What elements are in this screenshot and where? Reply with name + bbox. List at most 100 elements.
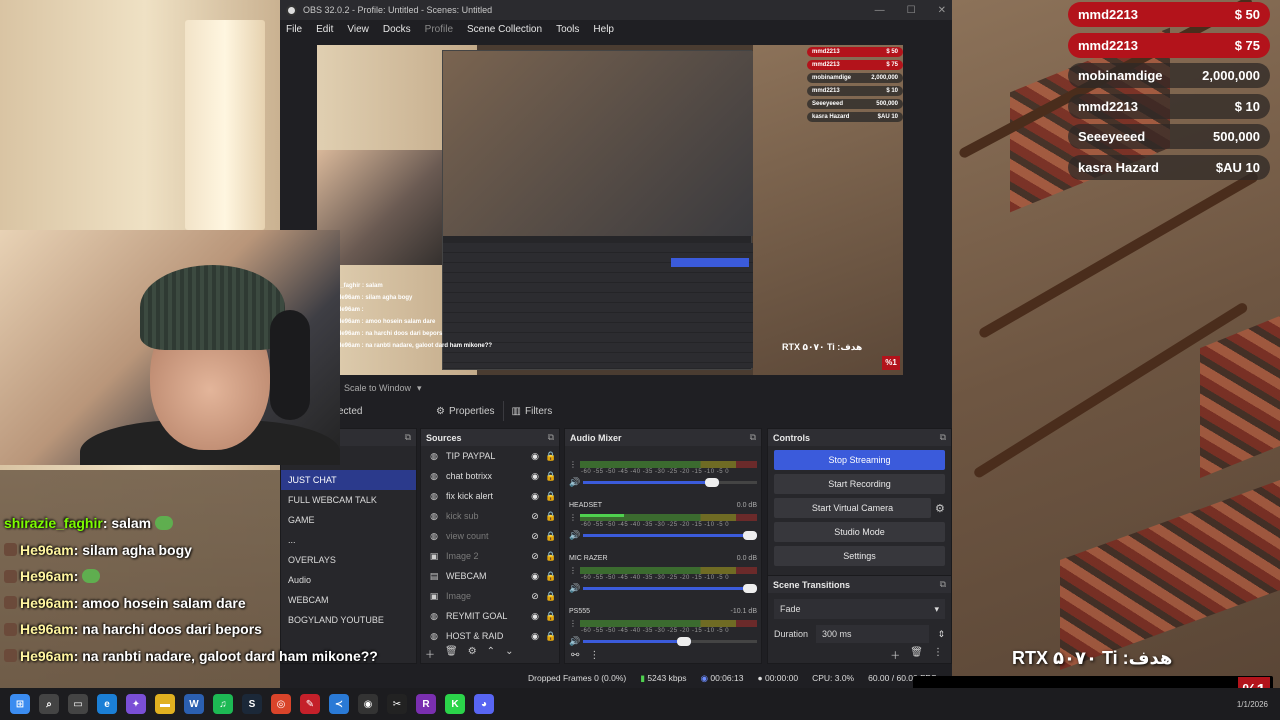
undock-icon[interactable]: ⧉ [548, 432, 554, 443]
volume-knob[interactable] [743, 584, 757, 593]
add-transition-icon[interactable]: ＋ [890, 647, 900, 662]
volume-knob[interactable] [676, 637, 691, 646]
scale-to-window-select[interactable]: Scale to Window [344, 383, 411, 393]
lock-icon[interactable]: 🔒 [543, 491, 559, 502]
maximize-icon[interactable]: ☐ [907, 5, 916, 16]
speaker-icon[interactable]: 🔊 [569, 530, 580, 541]
move-down-icon[interactable]: ⌄ [505, 646, 513, 661]
menu-docks[interactable]: Docks [383, 24, 411, 35]
record-icon: ● [757, 673, 763, 683]
stop-streaming-button[interactable]: Stop Streaming [774, 450, 945, 470]
edge-icon[interactable]: e [97, 694, 117, 714]
volume-slider[interactable] [583, 531, 757, 540]
duration-stepper-icon[interactable]: ⇕ [937, 629, 945, 640]
source-settings-icon[interactable]: ⚙ [468, 646, 477, 661]
channel-menu-icon[interactable]: ⋮ [569, 619, 577, 628]
menu-help[interactable]: Help [593, 24, 614, 35]
chrome-icon[interactable]: ◎ [271, 694, 291, 714]
search-icon[interactable]: ⌕ [39, 694, 59, 714]
mixer-link-icon[interactable]: ⚯ [571, 650, 579, 661]
program-preview[interactable]: mmd2213 $ 50 mmd2213 $ 75 mobinamdige 2,000,0… [317, 45, 903, 375]
chevron-down-icon[interactable]: ▾ [417, 383, 422, 394]
task-view-icon[interactable]: ▭ [68, 694, 88, 714]
filters-button[interactable]: ▥ Filters [502, 401, 561, 421]
duration-input[interactable]: 300 ms [816, 625, 930, 643]
transition-select[interactable]: Fade ▾ [774, 599, 945, 619]
menu-profile[interactable]: Profile [425, 24, 453, 35]
scene-item[interactable]: FULL WEBCAM TALK [281, 490, 416, 510]
capcut-icon[interactable]: ✂ [387, 694, 407, 714]
channel-menu-icon[interactable]: ⋮ [569, 566, 577, 575]
vscode-icon[interactable]: ≺ [329, 694, 349, 714]
eye-off-icon[interactable]: ⊘ [527, 591, 543, 602]
volume-slider[interactable] [583, 478, 757, 487]
scene-item[interactable]: JUST CHAT [281, 470, 416, 490]
trash-icon[interactable]: 🗑 [445, 646, 458, 661]
eye-icon[interactable]: ◉ [527, 451, 543, 462]
source-item[interactable]: ◍ TIP PAYPAL ◉ 🔒 [421, 446, 559, 466]
lock-icon[interactable]: 🔒 [543, 531, 559, 542]
lock-icon[interactable]: 🔒 [543, 611, 559, 622]
start-virtual-camera-button[interactable]: Start Virtual Camera [774, 498, 931, 518]
settings-button[interactable]: Settings [774, 546, 945, 566]
obs-icon[interactable]: ◉ [358, 694, 378, 714]
lock-icon[interactable]: 🔒 [543, 571, 559, 582]
donations-overlay: mmd2213 $ 50 mmd2213 $ 75 mobinamdige 2,000,0… [1068, 2, 1270, 185]
volume-knob[interactable] [704, 478, 719, 487]
menu-view[interactable]: View [347, 24, 369, 35]
lock-icon[interactable]: 🔒 [543, 511, 559, 522]
lock-icon[interactable]: 🔒 [543, 471, 559, 482]
eye-icon[interactable]: ◉ [527, 571, 543, 582]
eye-off-icon[interactable]: ⊘ [527, 531, 543, 542]
menu-scene-collection[interactable]: Scene Collection [467, 24, 542, 35]
steam-icon[interactable]: S [242, 694, 262, 714]
virtual-camera-settings-icon[interactable]: ⚙ [935, 502, 951, 515]
more-options-icon[interactable]: ⋮ [589, 650, 599, 661]
lock-icon[interactable]: 🔒 [543, 631, 559, 642]
chat-username: He96am [20, 541, 74, 558]
volume-knob[interactable] [743, 531, 757, 540]
eye-icon[interactable]: ◉ [527, 471, 543, 482]
lock-icon[interactable]: 🔒 [543, 551, 559, 562]
undock-icon[interactable]: ⧉ [405, 432, 411, 443]
speaker-icon[interactable]: 🔊 [569, 636, 580, 647]
lock-icon[interactable]: 🔒 [543, 451, 559, 462]
copilot-icon[interactable]: ✦ [126, 694, 146, 714]
eye-off-icon[interactable]: ⊘ [527, 511, 543, 522]
close-icon[interactable]: ✕ [938, 5, 946, 16]
channel-menu-icon[interactable]: ⋮ [569, 513, 577, 522]
lock-icon[interactable]: 🔒 [543, 591, 559, 602]
rider-icon[interactable]: R [416, 694, 436, 714]
speaker-icon[interactable]: 🔊 [569, 583, 580, 594]
undock-icon[interactable]: ⧉ [940, 579, 946, 590]
minimize-icon[interactable]: — [875, 5, 885, 16]
source-item[interactable]: ◍ fix kick alert ◉ 🔒 [421, 486, 559, 506]
word-icon[interactable]: W [184, 694, 204, 714]
kick-icon[interactable]: K [445, 694, 465, 714]
start-recording-button[interactable]: Start Recording [774, 474, 945, 494]
speaker-icon[interactable]: 🔊 [569, 477, 580, 488]
more-options-icon[interactable]: ⋮ [933, 647, 943, 662]
menu-edit[interactable]: Edit [316, 24, 333, 35]
move-up-icon[interactable]: ⌃ [487, 646, 495, 661]
eye-off-icon[interactable]: ⊘ [527, 551, 543, 562]
trash-icon[interactable]: 🗑 [910, 647, 923, 662]
volume-slider[interactable] [583, 637, 757, 646]
studio-mode-button[interactable]: Studio Mode [774, 522, 945, 542]
channel-menu-icon[interactable]: ⋮ [569, 460, 577, 469]
undock-icon[interactable]: ⧉ [750, 432, 756, 443]
source-item[interactable]: ◍ chat botrixx ◉ 🔒 [421, 466, 559, 486]
menu-file[interactable]: File [286, 24, 302, 35]
spotify-icon[interactable]: ♫ [213, 694, 233, 714]
discord-icon[interactable]: ◕ [474, 694, 494, 714]
volume-slider[interactable] [583, 584, 757, 593]
eye-icon[interactable]: ◉ [527, 611, 543, 622]
app-red-icon[interactable]: ✎ [300, 694, 320, 714]
file-explorer-icon[interactable]: ▬ [155, 694, 175, 714]
properties-button[interactable]: ⚙ Properties [428, 401, 503, 421]
eye-icon[interactable]: ◉ [527, 491, 543, 502]
undock-icon[interactable]: ⧉ [940, 432, 946, 443]
windows-start-icon[interactable]: ⊞ [10, 694, 30, 714]
eye-icon[interactable]: ◉ [527, 631, 543, 642]
menu-tools[interactable]: Tools [556, 24, 579, 35]
